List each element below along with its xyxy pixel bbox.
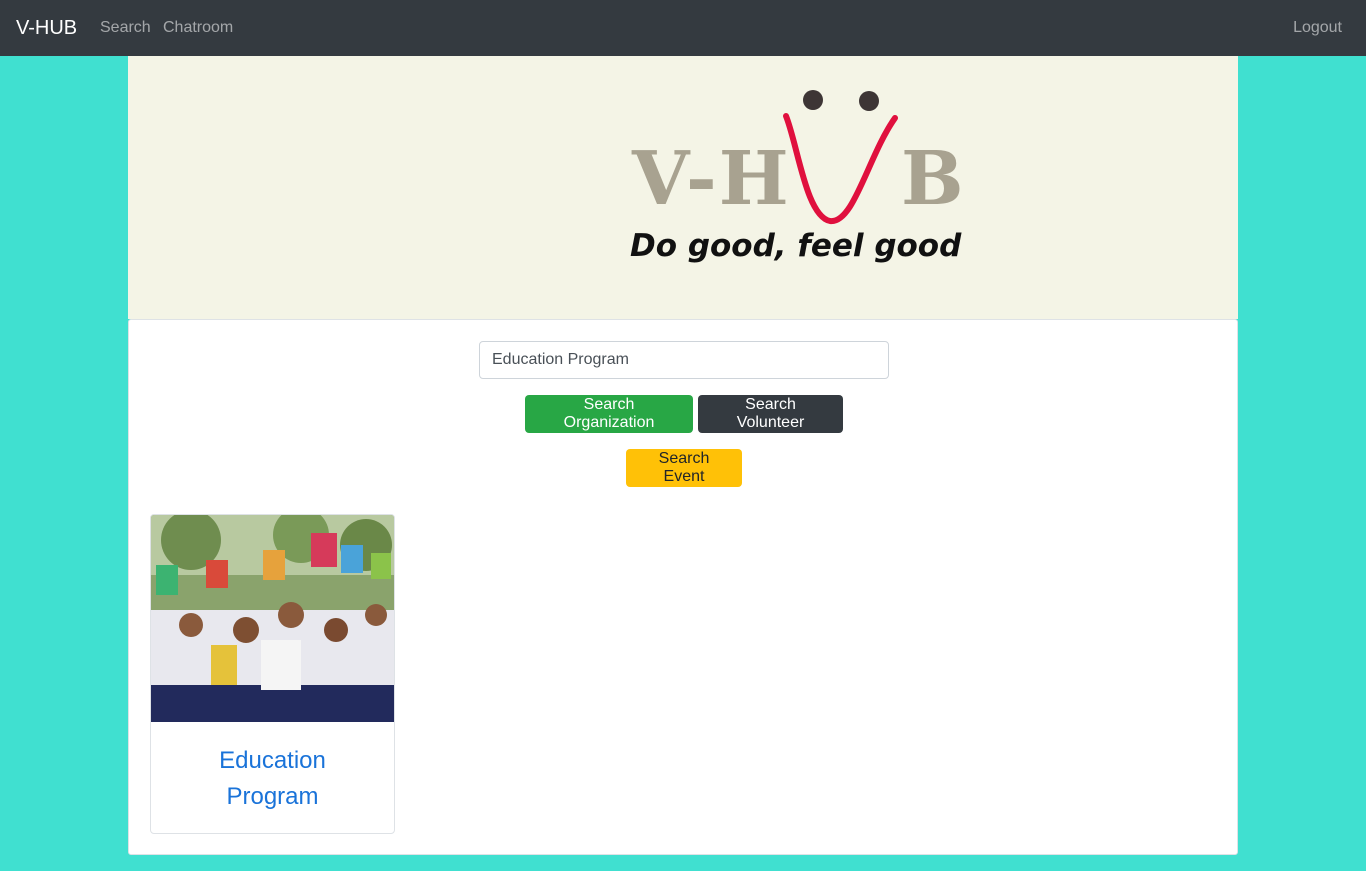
search-input[interactable] bbox=[479, 341, 889, 379]
result-title-line1: Education bbox=[219, 747, 326, 774]
result-title-link[interactable]: Education Program bbox=[151, 743, 394, 815]
event-photo[interactable] bbox=[151, 515, 394, 722]
logo-right-eye bbox=[859, 91, 879, 111]
main-content: Search Organization Search Volunteer Sea… bbox=[128, 319, 1238, 855]
search-volunteer-button[interactable]: Search Volunteer bbox=[698, 395, 843, 433]
logo-smile-u bbox=[783, 113, 898, 224]
logo-left-eye bbox=[803, 90, 823, 110]
result-title-line2: Program bbox=[226, 783, 319, 810]
photo-book bbox=[263, 550, 285, 580]
logo-tagline: Do good, feel good bbox=[630, 228, 962, 264]
result-card[interactable]: Education Program bbox=[150, 514, 395, 834]
photo-face bbox=[179, 613, 203, 637]
photo-book bbox=[371, 553, 391, 579]
top-navbar: V-HUB Search Chatroom Logout bbox=[0, 0, 1366, 56]
photo-crowd-trousers bbox=[151, 685, 394, 722]
banner: V-H B Do good, feel good bbox=[128, 56, 1238, 319]
photo-face bbox=[233, 617, 259, 643]
search-organization-button[interactable]: Search Organization bbox=[525, 395, 693, 433]
photo-book bbox=[156, 565, 178, 595]
photo-face bbox=[278, 602, 304, 628]
photo-face bbox=[324, 618, 348, 642]
v-hub-logo: V-H B Do good, feel good bbox=[630, 90, 964, 264]
logo-text-left: V-H bbox=[631, 136, 791, 222]
logo-text-right: B bbox=[901, 136, 964, 222]
photo-book bbox=[206, 560, 228, 588]
photo-face bbox=[365, 604, 387, 626]
nav-link-chatroom[interactable]: Chatroom bbox=[163, 18, 233, 38]
nav-link-logout[interactable]: Logout bbox=[1293, 18, 1342, 38]
photo-shirt-yellow bbox=[211, 645, 237, 685]
nav-link-search[interactable]: Search bbox=[100, 18, 151, 38]
search-event-button[interactable]: Search Event bbox=[626, 449, 742, 487]
photo-book bbox=[311, 533, 337, 567]
photo-shirt bbox=[261, 640, 301, 690]
photo-book bbox=[341, 545, 363, 573]
brand-link[interactable]: V-HUB bbox=[16, 16, 77, 40]
